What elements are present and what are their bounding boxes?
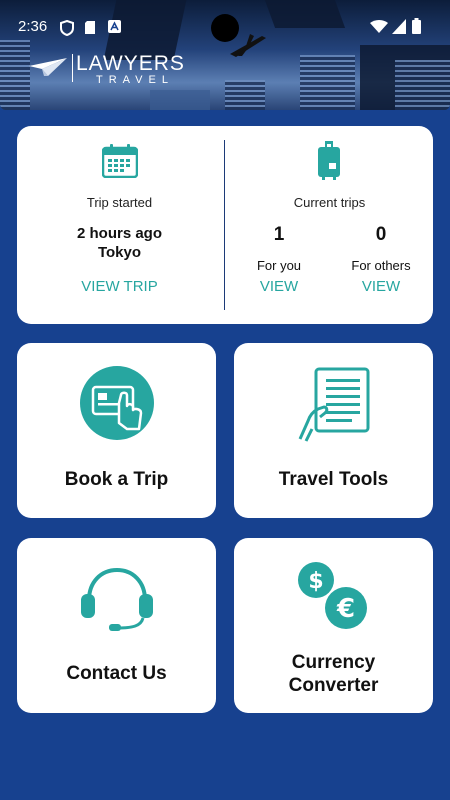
currency-converter-tile[interactable]: $ € Currency Converter bbox=[234, 538, 433, 713]
for-you-label: For you bbox=[256, 258, 302, 273]
trip-summary-card: Trip started 2 hours ago Tokyo VIEW TRIP… bbox=[17, 126, 433, 324]
building-decor bbox=[300, 55, 355, 110]
building-decor bbox=[150, 90, 210, 110]
document-hand-icon bbox=[298, 367, 370, 442]
travel-tools-tile[interactable]: Travel Tools bbox=[234, 343, 433, 518]
svg-text:€: € bbox=[336, 594, 355, 624]
logo-divider bbox=[72, 54, 73, 82]
book-trip-tile[interactable]: Book a Trip bbox=[17, 343, 216, 518]
currency-label-line1: Currency bbox=[291, 652, 376, 673]
contact-us-tile[interactable]: Contact Us bbox=[17, 538, 216, 713]
brand-logo: LAWYERS TRAVEL bbox=[28, 52, 198, 86]
for-others-label: For others bbox=[351, 258, 411, 273]
svg-text:$: $ bbox=[308, 569, 323, 594]
trip-city: Tokyo bbox=[97, 244, 142, 261]
status-time: 2:36 bbox=[18, 18, 48, 35]
shield-icon bbox=[60, 20, 74, 36]
contact-us-label: Contact Us bbox=[66, 663, 167, 684]
battery-icon bbox=[412, 18, 421, 34]
wifi-icon bbox=[370, 20, 388, 33]
building-decor bbox=[0, 40, 30, 110]
sd-card-icon bbox=[85, 21, 95, 34]
view-for-you-link[interactable]: VIEW bbox=[239, 278, 319, 295]
headset-icon bbox=[81, 567, 153, 631]
calendar-icon bbox=[102, 144, 138, 178]
book-trip-label: Book a Trip bbox=[64, 469, 169, 490]
trip-started-caption: Trip started bbox=[86, 195, 153, 210]
for-others-count: 0 bbox=[375, 224, 387, 245]
building-decor bbox=[225, 80, 265, 110]
translate-icon bbox=[108, 20, 121, 33]
brand-name: LAWYERS bbox=[76, 52, 185, 75]
for-you-count: 1 bbox=[273, 224, 285, 245]
travel-tools-label: Travel Tools bbox=[278, 469, 389, 490]
paper-plane-icon bbox=[29, 58, 67, 76]
view-trip-link[interactable]: VIEW TRIP bbox=[17, 278, 222, 295]
trip-started-time: 2 hours ago bbox=[76, 225, 162, 242]
card-tap-icon bbox=[80, 366, 154, 440]
building-decor bbox=[395, 60, 450, 110]
current-trips-caption: Current trips bbox=[293, 195, 366, 210]
currency-label-line2: Converter bbox=[288, 675, 379, 696]
currency-icon: $ € bbox=[298, 562, 367, 629]
summary-divider bbox=[224, 140, 225, 310]
camera-cutout bbox=[211, 14, 239, 42]
luggage-icon bbox=[318, 141, 340, 180]
brand-subtitle: TRAVEL bbox=[96, 74, 174, 86]
cell-signal-icon bbox=[392, 19, 406, 34]
view-for-others-link[interactable]: VIEW bbox=[339, 278, 423, 295]
